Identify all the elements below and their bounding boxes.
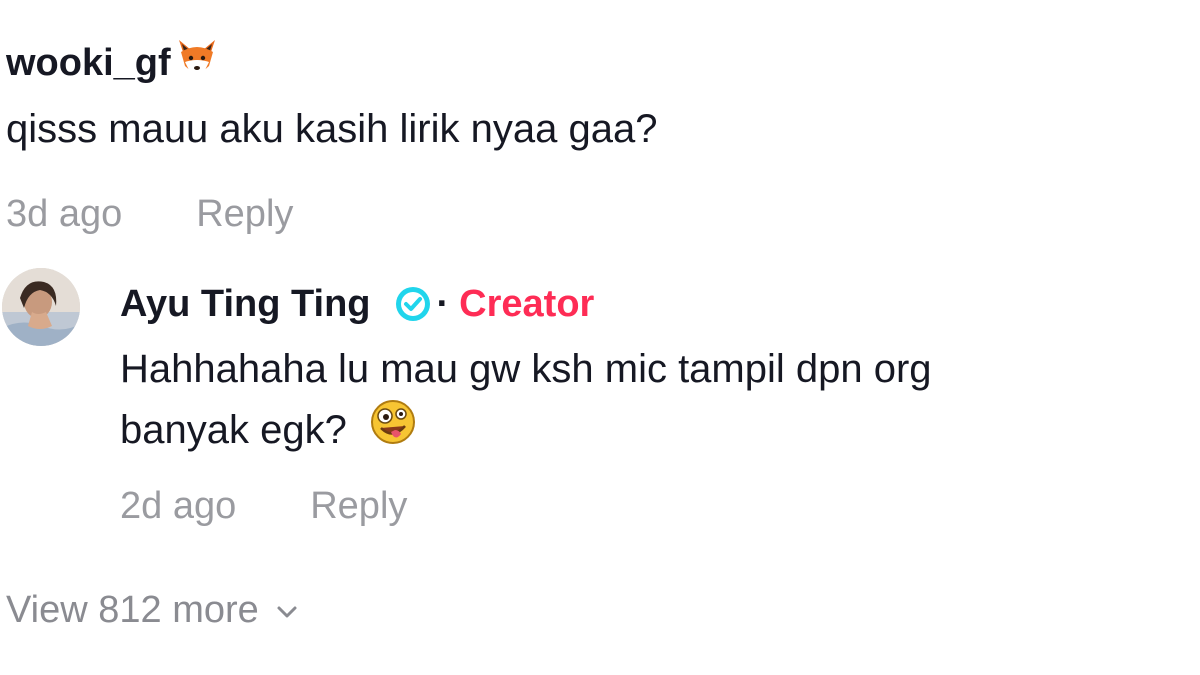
reply-timestamp: 2d ago	[120, 485, 237, 527]
view-more-button[interactable]: View 812 more	[6, 588, 299, 632]
zany-face-icon	[369, 398, 417, 462]
comment-item: wooki_gf qisss mauu aku kasih lirik nyaa…	[6, 38, 657, 236]
verified-badge-icon	[393, 284, 433, 324]
fox-icon	[175, 38, 219, 88]
avatar[interactable]	[2, 268, 80, 346]
reply-text-line: Hahhahaha lu mau gw ksh mic tampil dpn o…	[120, 347, 932, 391]
view-more-label: View 812 more	[6, 589, 259, 631]
reply-body: Ayu Ting Ting · Creator Hahhahaha lu mau…	[120, 282, 1200, 528]
reply-text-line-content: banyak egk?	[120, 408, 347, 452]
reply-button[interactable]: Reply	[196, 192, 293, 236]
reply-meta: 2d ago Reply	[120, 484, 1200, 528]
chevron-down-icon	[259, 588, 299, 632]
reply-text-line-2: banyak egk?	[120, 398, 1200, 462]
separator-dot: ·	[436, 283, 450, 325]
reply-text: Hahhahaha lu mau gw ksh mic tampil dpn o…	[120, 340, 1200, 462]
comment-meta: 3d ago Reply	[6, 192, 657, 236]
comment-username-row: wooki_gf	[6, 38, 657, 88]
reply-username[interactable]: Ayu Ting Ting	[120, 282, 371, 326]
creator-badge: Creator	[459, 283, 595, 325]
comment-timestamp: 3d ago	[6, 193, 123, 235]
reply-username-row: Ayu Ting Ting · Creator	[120, 282, 1200, 326]
comment-thread: wooki_gf qisss mauu aku kasih lirik nyaa…	[0, 0, 1200, 675]
comment-username[interactable]: wooki_gf	[6, 41, 171, 85]
comment-text: qisss mauu aku kasih lirik nyaa gaa?	[6, 107, 658, 151]
reply-button[interactable]: Reply	[310, 484, 407, 528]
